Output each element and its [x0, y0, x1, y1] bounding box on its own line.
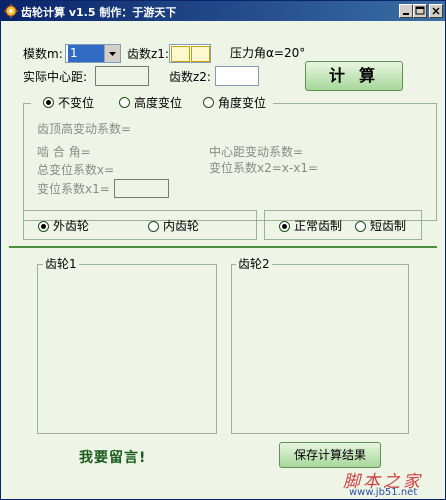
- module-select[interactable]: 1: [65, 44, 121, 63]
- radio-angle-shift[interactable]: [203, 97, 214, 108]
- shift-x1-input[interactable]: [114, 179, 169, 198]
- maximize-button[interactable]: [413, 4, 427, 18]
- shift-x2-label: 变位系数x2=x-x1=: [209, 161, 319, 175]
- z2-input[interactable]: [215, 66, 259, 86]
- pressure-angle-label: 压力角α=20°: [230, 46, 306, 60]
- save-results-button[interactable]: 保存计算结果: [279, 442, 381, 468]
- radio-height-shift[interactable]: [119, 97, 130, 108]
- center-distance-label: 实际中心距:: [23, 70, 88, 84]
- shift-mode-options: 不变位 高度变位 角度变位: [31, 94, 273, 112]
- gear2-result-label: 齿轮2: [236, 255, 272, 272]
- gear-app-icon: [4, 4, 18, 18]
- close-icon: [432, 7, 440, 15]
- radio-normal-tooth[interactable]: [279, 221, 290, 232]
- z1-input-segment: [191, 46, 210, 62]
- section-divider: [9, 246, 437, 248]
- radio-height-shift-label[interactable]: 高度变位: [134, 96, 182, 110]
- maximize-icon: [415, 6, 425, 15]
- mesh-angle-label: 啮 合 角=: [37, 145, 91, 159]
- z1-input[interactable]: [169, 44, 211, 63]
- dropdown-arrow-button[interactable]: [104, 45, 120, 62]
- radio-short-tooth[interactable]: [355, 221, 366, 232]
- minimize-icon: [403, 13, 409, 15]
- minimize-button[interactable]: [399, 4, 413, 18]
- center-shift-label: 中心距变动系数=: [209, 145, 304, 159]
- z2-label: 齿数z2:: [169, 70, 211, 84]
- radio-external-gear[interactable]: [38, 221, 49, 232]
- gear1-result-box[interactable]: [37, 264, 217, 434]
- radio-internal-gear[interactable]: [148, 221, 159, 232]
- client-area: 模数m: 1 齿数z1: 压力角α=20° 实际中心距: 齿数z2: 计算 不变…: [1, 21, 445, 499]
- chevron-down-icon: [109, 52, 116, 56]
- watermark-url-text: www.jb51.net: [349, 487, 418, 498]
- center-distance-input[interactable]: [95, 66, 149, 86]
- title-bar[interactable]: 齿轮计算 v1.5 制作：于游天下: [1, 1, 445, 21]
- radio-no-shift-label[interactable]: 不变位: [58, 96, 94, 110]
- radio-no-shift[interactable]: [43, 97, 54, 108]
- radio-external-gear-label[interactable]: 外齿轮: [53, 219, 89, 233]
- module-selected-value: 1: [68, 45, 104, 62]
- gear1-result-label: 齿轮1: [43, 255, 79, 272]
- addendum-shift-label: 齿顶高变动系数=: [37, 122, 132, 136]
- tooth-system-group: 正常齿制 短齿制: [264, 210, 422, 240]
- total-shift-label: 总变位系数x=: [37, 163, 115, 177]
- radio-internal-gear-label[interactable]: 内齿轮: [163, 219, 199, 233]
- radio-short-tooth-label[interactable]: 短齿制: [370, 219, 406, 233]
- shift-x1-label: 变位系数x1=: [37, 182, 110, 196]
- app-window: 齿轮计算 v1.5 制作：于游天下 模数m: 1 齿数z1: 压力角α=20° …: [0, 0, 446, 500]
- gear-type-group: 外齿轮 内齿轮: [23, 210, 257, 240]
- gear2-result-box[interactable]: [231, 264, 409, 434]
- window-title: 齿轮计算 v1.5 制作：于游天下: [21, 6, 177, 19]
- radio-angle-shift-label[interactable]: 角度变位: [218, 96, 266, 110]
- module-label: 模数m:: [23, 47, 63, 61]
- z1-input-segment: [171, 46, 190, 62]
- site-watermark: 脚本之家 www.jb51.net: [343, 467, 445, 499]
- leave-message-link[interactable]: 我要留言!: [79, 447, 146, 467]
- radio-normal-tooth-label[interactable]: 正常齿制: [294, 219, 342, 233]
- z1-label: 齿数z1:: [127, 47, 169, 61]
- close-button[interactable]: [429, 4, 443, 18]
- calculate-button[interactable]: 计算: [305, 61, 403, 91]
